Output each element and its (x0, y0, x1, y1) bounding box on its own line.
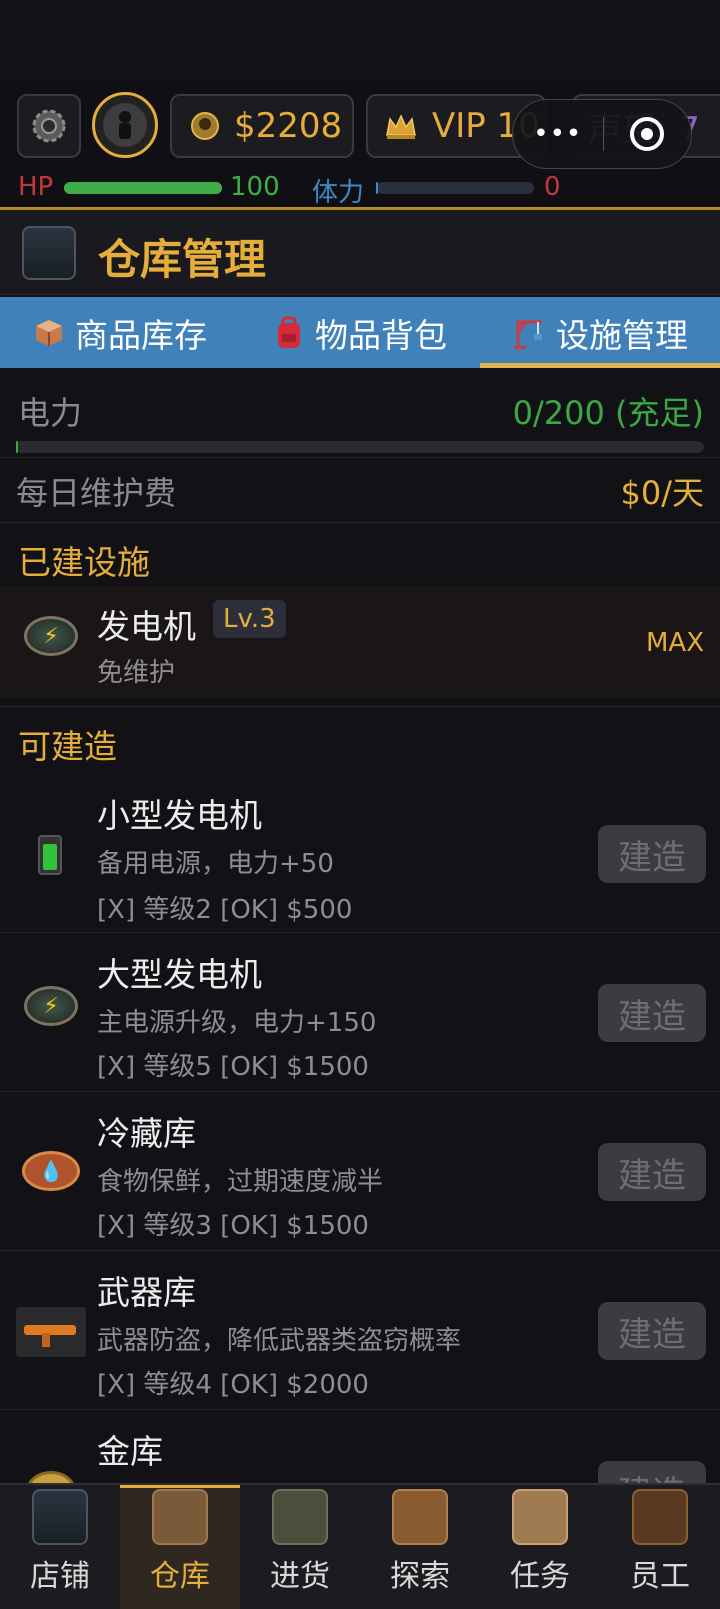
page-header: 仓库管理 (0, 207, 720, 295)
nav-tasks[interactable]: 任务 (480, 1485, 600, 1609)
nav-purchase[interactable]: 进货 (240, 1485, 360, 1609)
money-value: $2208 (234, 106, 343, 146)
avatar[interactable] (92, 92, 158, 158)
build-button[interactable]: 建造 (598, 1302, 706, 1360)
soldier-avatar-icon (103, 103, 147, 147)
buildable-item-vault: 金库 建造 (0, 1411, 720, 1483)
gun-icon (16, 1307, 86, 1357)
miniprogram-capsule[interactable]: ••• (512, 99, 692, 169)
stamina-value: 0 (544, 172, 561, 202)
power-bar (16, 441, 704, 453)
crate-icon (152, 1489, 208, 1545)
tab-inventory[interactable]: 商品库存 (0, 297, 240, 368)
truck-icon (272, 1489, 328, 1545)
facility-desc: 免维护 (97, 658, 176, 688)
maintenance-value: $0/天 (620, 474, 704, 512)
stamina-label: 体力 (312, 178, 365, 208)
tab-backpack[interactable]: 物品背包 (240, 297, 480, 368)
divider (0, 1091, 720, 1092)
battery-icon (38, 835, 62, 875)
facility-name: 发电机 (97, 607, 196, 646)
item-name: 武器库 (97, 1273, 196, 1312)
team-poster-icon (632, 1489, 688, 1545)
tab-facility[interactable]: 设施管理 (480, 297, 720, 368)
coin-icon (26, 1471, 76, 1483)
settings-button[interactable] (17, 94, 81, 158)
build-button[interactable]: 建造 (598, 1143, 706, 1201)
item-requirements: [X] 等级4 [OK] $2000 (97, 1370, 369, 1400)
facility-level-badge: Lv.3 (213, 600, 286, 638)
buildable-item-small-generator: 小型发电机 备用电源，电力+50 [X] 等级2 [OK] $500 建造 (0, 775, 720, 930)
divider (0, 1250, 720, 1251)
hp-label: HP (18, 172, 54, 202)
divider (0, 1409, 720, 1410)
coin-skull-icon (191, 112, 219, 140)
nav-explore[interactable]: 探索 (360, 1485, 480, 1609)
crane-icon (514, 320, 542, 349)
item-desc: 武器防盗，降低武器类盗窃概率 (97, 1326, 462, 1356)
buildable-item-large-generator: ⚡ 大型发电机 主电源升级，电力+150 [X] 等级5 [OK] $1500 … (0, 934, 720, 1089)
power-label: 电力 (18, 394, 83, 432)
item-name: 小型发电机 (97, 796, 262, 835)
built-section-title: 已建设施 (18, 543, 150, 582)
item-name: 大型发电机 (97, 955, 262, 994)
facility-max-status: MAX (645, 628, 704, 658)
divider (0, 932, 720, 933)
money-display: $2208 (170, 94, 354, 158)
stamina-bar (376, 182, 534, 194)
energy-icon: ⚡ (24, 986, 78, 1026)
build-button[interactable]: 建造 (598, 1461, 706, 1483)
power-value: 0/200 (充足) (512, 394, 704, 432)
warehouse-icon (22, 226, 76, 280)
divider (0, 522, 720, 523)
more-menu-button[interactable]: ••• (513, 119, 603, 149)
item-requirements: [X] 等级5 [OK] $1500 (97, 1052, 369, 1082)
item-requirements: [X] 等级2 [OK] $500 (97, 895, 353, 925)
nav-warehouse[interactable]: 仓库 (120, 1485, 240, 1609)
divider (0, 457, 720, 458)
clipboard-icon (512, 1489, 568, 1545)
shop-icon (32, 1489, 88, 1545)
bottom-nav: 店铺 仓库 进货 探索 任务 员工 (0, 1483, 720, 1609)
close-target-icon[interactable] (604, 115, 692, 153)
backpack-icon (278, 316, 300, 348)
item-desc: 备用电源，电力+50 (97, 849, 334, 879)
divider (0, 706, 720, 707)
hp-bar (64, 182, 222, 194)
build-button[interactable]: 建造 (598, 984, 706, 1042)
crown-icon (386, 114, 416, 139)
warehouse-tabs: 商品库存 物品背包 设施管理 (0, 297, 720, 368)
page-title: 仓库管理 (98, 235, 267, 284)
nav-staff[interactable]: 员工 (600, 1485, 720, 1609)
buildable-item-armory: 武器库 武器防盗，降低武器类盗窃概率 [X] 等级4 [OK] $2000 建造 (0, 1252, 720, 1407)
nav-shop[interactable]: 店铺 (0, 1485, 120, 1609)
energy-icon: ⚡ (24, 616, 78, 656)
map-icon (392, 1489, 448, 1545)
gear-icon (32, 109, 66, 143)
hp-value: 100 (230, 172, 280, 202)
buildable-item-cold-storage: 💧 冷藏库 食物保鲜，过期速度减半 [X] 等级3 [OK] $1500 建造 (0, 1093, 720, 1248)
build-button[interactable]: 建造 (598, 825, 706, 883)
item-desc: 食物保鲜，过期速度减半 (97, 1167, 384, 1197)
box-icon (36, 319, 62, 346)
water-drop-icon: 💧 (22, 1151, 80, 1191)
item-desc: 主电源升级，电力+150 (97, 1008, 377, 1038)
item-requirements: [X] 等级3 [OK] $1500 (97, 1211, 369, 1241)
buildable-section-title: 可建造 (18, 727, 117, 766)
item-name: 冷藏库 (97, 1114, 196, 1153)
status-bar-area (0, 0, 720, 82)
built-facility-row: ⚡ 发电机 Lv.3 免维护 MAX (0, 586, 720, 698)
maintenance-label: 每日维护费 (16, 474, 177, 512)
item-name: 金库 (97, 1432, 163, 1471)
